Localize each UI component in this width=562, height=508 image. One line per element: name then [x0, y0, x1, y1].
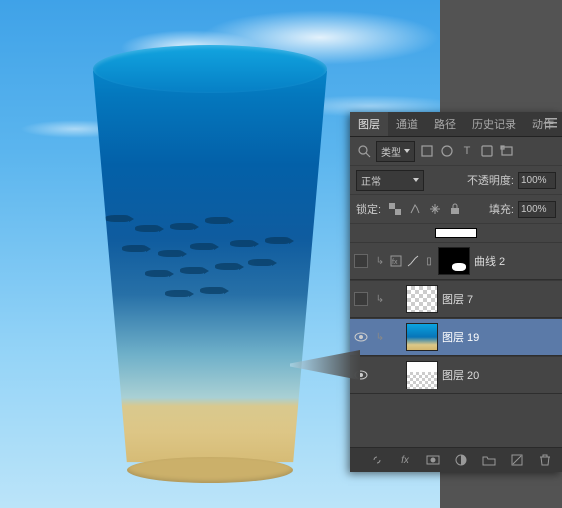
fx-indicator-icon: fx	[390, 255, 402, 267]
clip-indicator-icon: ↳	[374, 332, 386, 343]
search-icon[interactable]	[356, 143, 372, 159]
filter-smart-icon[interactable]	[499, 143, 515, 159]
clip-indicator-icon: ↳	[374, 256, 386, 267]
opacity-field[interactable]	[518, 172, 556, 189]
visibility-toggle[interactable]	[354, 292, 368, 306]
layer-thumbnail[interactable]	[406, 361, 438, 389]
layer-19[interactable]: ↳ 图层 19	[350, 318, 562, 356]
lock-row: 锁定: 填充:	[350, 195, 562, 224]
eye-icon	[354, 332, 368, 342]
new-layer-icon[interactable]	[508, 451, 526, 469]
layer-label[interactable]: 图层 19	[442, 329, 479, 345]
tab-layers[interactable]: 图层	[350, 112, 388, 136]
layer-7[interactable]: ↳ 图层 7	[350, 280, 562, 318]
filter-type-dropdown[interactable]: 类型	[376, 141, 415, 162]
filter-type-icon[interactable]: T	[459, 143, 475, 159]
chevron-down-icon	[404, 149, 410, 153]
lock-position-icon[interactable]	[427, 201, 443, 217]
layer-label[interactable]: 图层 20	[442, 367, 479, 383]
link-icon: ▯	[424, 256, 434, 267]
fx-icon[interactable]: fx	[396, 451, 414, 469]
tab-history[interactable]: 历史记录	[464, 112, 524, 136]
tab-channels[interactable]: 通道	[388, 112, 426, 136]
blend-row: 正常 不透明度:	[350, 166, 562, 195]
lock-transparency-icon[interactable]	[387, 201, 403, 217]
fill-field[interactable]	[518, 201, 556, 218]
mask-preview-bar	[435, 228, 477, 238]
blend-mode-dropdown[interactable]: 正常	[356, 170, 424, 191]
layer-mask-thumbnail[interactable]	[438, 247, 470, 275]
layer-label[interactable]: 图层 7	[442, 291, 473, 307]
panel-menu-icon[interactable]	[544, 116, 558, 130]
filter-row: 类型 T	[350, 137, 562, 166]
adjustment-curves-icon	[406, 254, 420, 268]
glass-composite	[80, 45, 340, 475]
layer-thumbnail[interactable]	[406, 323, 438, 351]
lock-label: 锁定:	[356, 201, 381, 217]
layer-label[interactable]: 曲线 2	[474, 253, 505, 269]
svg-text:fx: fx	[392, 259, 398, 266]
visibility-toggle[interactable]	[352, 332, 370, 342]
opacity-label: 不透明度:	[467, 172, 514, 188]
layer-20[interactable]: 图层 20	[350, 356, 562, 394]
panel-tabs: 图层 通道 路径 历史记录 动作	[350, 112, 562, 137]
layer-curves-2[interactable]: ↳ fx ▯ 曲线 2	[350, 242, 562, 280]
layer-list: ↳ fx ▯ 曲线 2 ↳ 图层 7 ↳ 图层 19 图层 20	[350, 242, 562, 394]
filter-adjustment-icon[interactable]	[439, 143, 455, 159]
link-layers-icon[interactable]	[368, 451, 386, 469]
tab-paths[interactable]: 路径	[426, 112, 464, 136]
layer-thumbnail[interactable]	[406, 285, 438, 313]
group-icon[interactable]	[480, 451, 498, 469]
chevron-down-icon	[413, 178, 419, 182]
mask-icon[interactable]	[424, 451, 442, 469]
adjustment-layer-icon[interactable]	[452, 451, 470, 469]
visibility-toggle[interactable]	[354, 254, 368, 268]
panel-footer: fx	[350, 447, 562, 472]
layers-panel: 图层 通道 路径 历史记录 动作 类型 T 正常 不透明度: 锁定: 填充: ↳	[350, 112, 562, 472]
fill-label: 填充:	[489, 201, 514, 217]
lock-pixels-icon[interactable]	[407, 201, 423, 217]
trash-icon[interactable]	[536, 451, 554, 469]
lock-all-icon[interactable]	[447, 201, 463, 217]
clip-indicator-icon: ↳	[374, 294, 386, 305]
filter-shape-icon[interactable]	[479, 143, 495, 159]
filter-pixel-icon[interactable]	[419, 143, 435, 159]
